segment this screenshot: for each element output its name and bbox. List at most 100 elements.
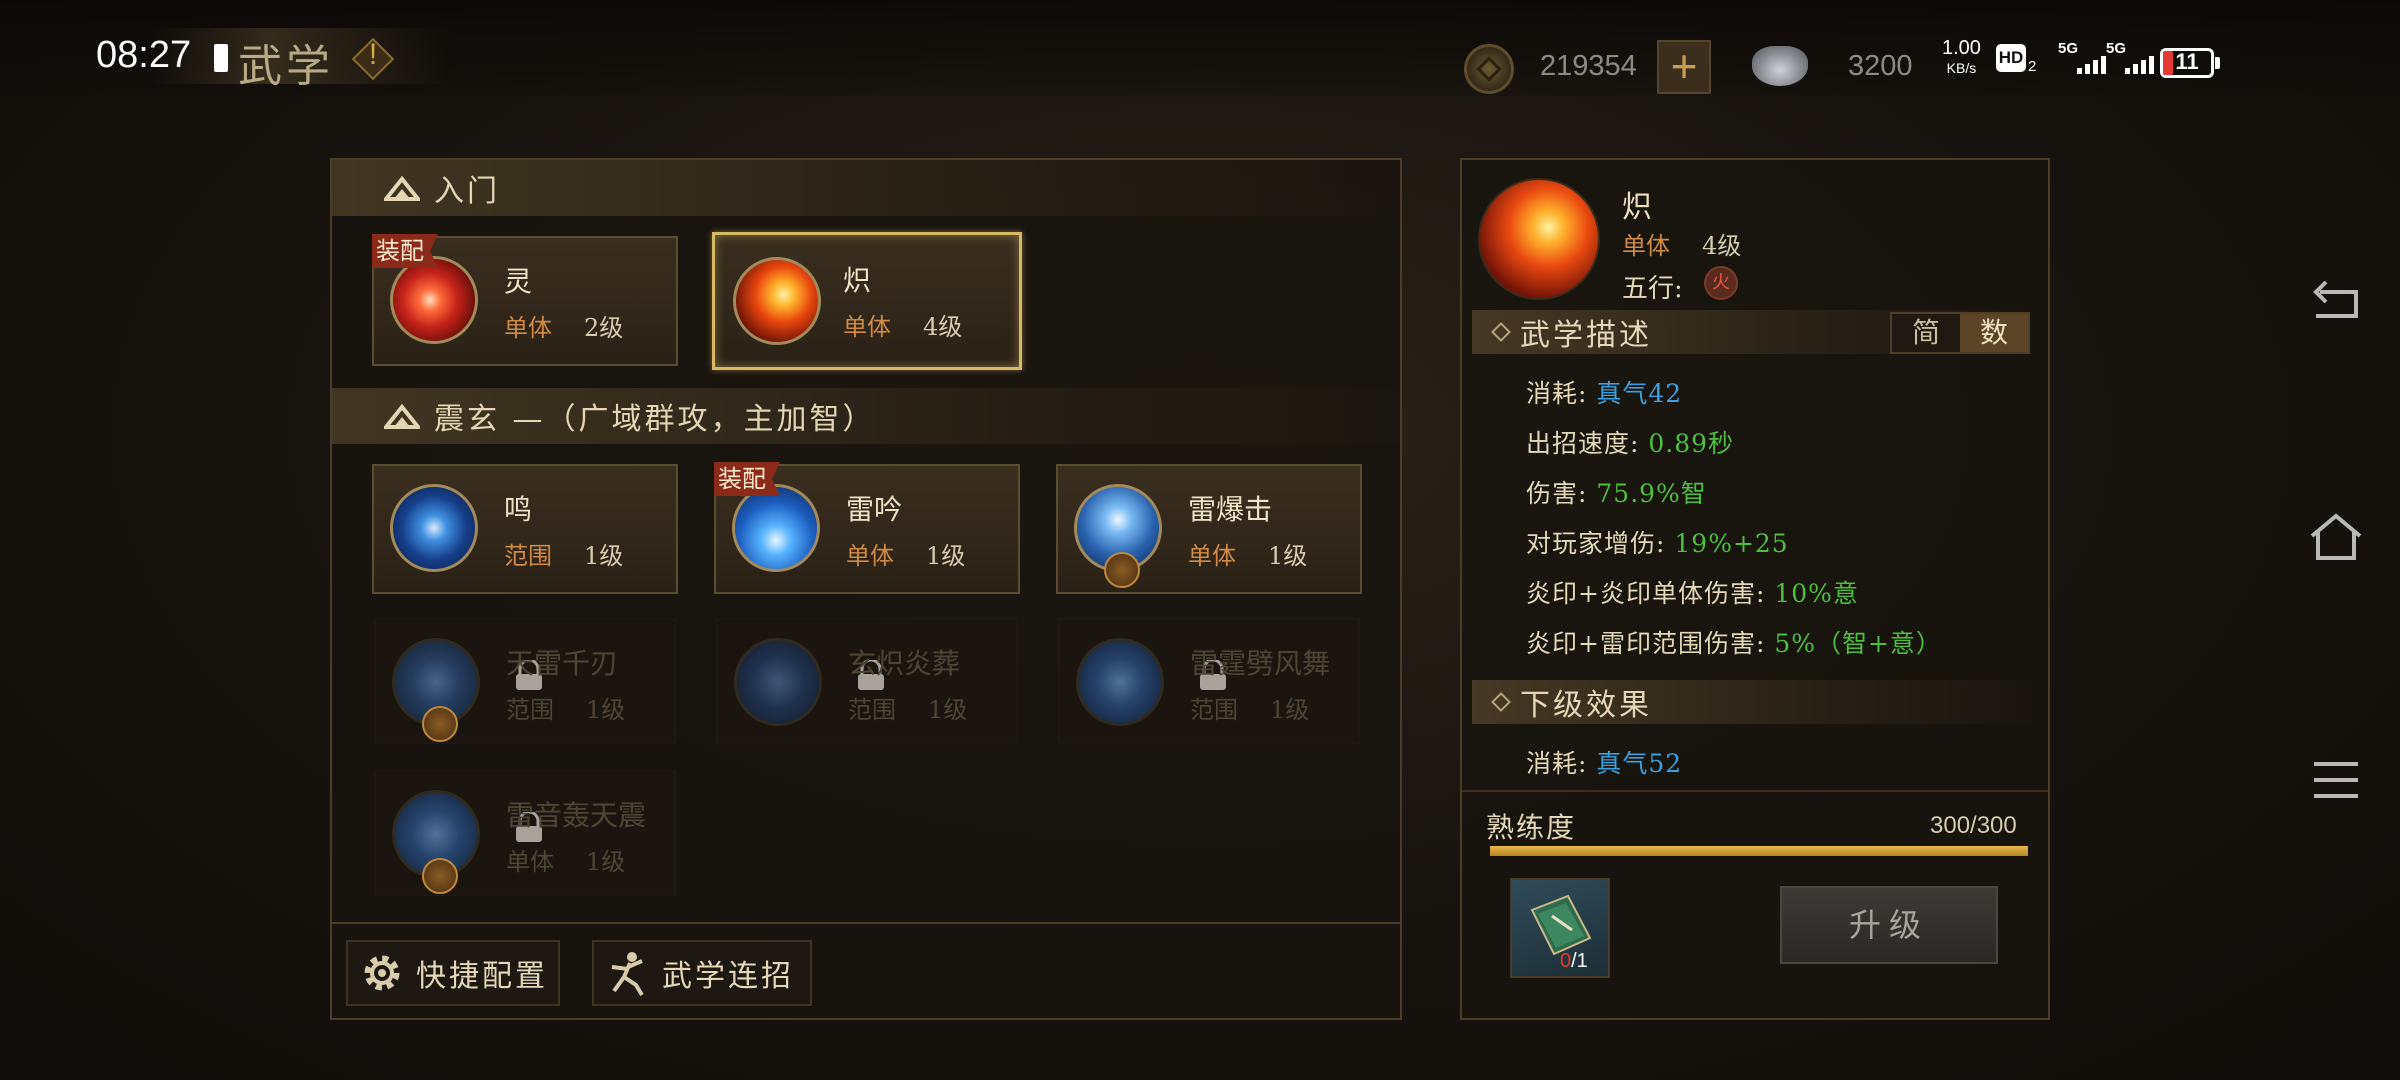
toggle-numeric[interactable]: 数: [1960, 314, 2028, 352]
skill-type: 范围: [1190, 696, 1238, 724]
lightning-burst-icon: [732, 484, 820, 572]
skill-card-tianleiqianren[interactable]: 天雷千刃 范围 1级: [374, 618, 676, 744]
collapse-arrow-icon: [384, 175, 420, 201]
skill-level: 1级: [1270, 696, 1310, 724]
skill-level: 1级: [584, 542, 624, 570]
whirlwind-icon: [1076, 638, 1164, 726]
status-clock: 08:27: [96, 34, 192, 76]
next-level-title: 下级效果: [1520, 688, 1652, 723]
copper-count: 219354: [1540, 50, 1637, 82]
skill-card-leibaoji[interactable]: 雷爆击 单体 1级: [1056, 464, 1362, 594]
proficiency-bar: [1490, 846, 2028, 856]
upgrade-badge-icon: [422, 706, 458, 742]
skill-type: 单体: [506, 848, 554, 876]
section-header-basic[interactable]: 入门: [332, 160, 1400, 216]
fire-element-icon: 火: [1704, 266, 1738, 300]
stat-value: 19%+25: [1674, 529, 1789, 558]
skill-combo-button[interactable]: 武学连招: [592, 940, 812, 1006]
skill-name: 炽: [843, 264, 872, 297]
skill-name: 灵: [504, 265, 533, 298]
upgrade-badge-icon: [1104, 552, 1140, 588]
stat-row: 消耗: 真气42: [1526, 374, 1682, 410]
stat-label: 炎印+雷印范围伤害:: [1526, 629, 1766, 658]
alert-mark: !: [368, 38, 378, 71]
equipped-tag: 装配: [714, 462, 780, 496]
detail-skill-name: 炽: [1622, 190, 1652, 225]
skill-level: 1级: [926, 542, 966, 570]
proficiency-value: 300/300: [1930, 812, 2017, 839]
equipped-tag: 装配: [372, 234, 438, 268]
next-level-header: 下级效果: [1472, 680, 2032, 724]
skill-level: 1级: [1268, 542, 1308, 570]
stat-label: 伤害:: [1526, 479, 1588, 508]
skill-type: 范围: [848, 696, 896, 724]
skill-name: 雷爆击: [1188, 493, 1273, 526]
stat-value: 0.89秒: [1648, 429, 1735, 458]
stat-label: 消耗:: [1526, 749, 1588, 778]
skill-name: 雷音轰天震: [506, 799, 647, 832]
stat-label: 对玩家增伤:: [1526, 529, 1666, 558]
wuxing-label: 五行:: [1622, 274, 1683, 304]
silver-count: 3200: [1848, 50, 1913, 82]
stat-label: 出招速度:: [1526, 429, 1640, 458]
hd-icon: HD: [1996, 44, 2026, 72]
section-header-zhenxuan[interactable]: 震玄 —（广域群攻，主加智）: [332, 388, 1400, 444]
silver-ingot-icon: [1752, 46, 1808, 86]
next-stat-row: 消耗: 真气52: [1526, 744, 1682, 780]
stat-value: 真气42: [1596, 379, 1683, 408]
quick-config-label: 快捷配置: [416, 959, 548, 994]
skill-name: 鸣: [504, 493, 533, 526]
item-need: /1: [1571, 950, 1588, 972]
toggle-simple[interactable]: 简: [1892, 314, 1960, 352]
add-currency-button[interactable]: +: [1657, 40, 1711, 94]
fireball-icon: [1478, 178, 1600, 300]
home-icon[interactable]: [2304, 506, 2368, 570]
section-title: 震玄 —（广域群攻，主加智）: [434, 402, 876, 437]
skill-name: 雷霆劈风舞: [1190, 647, 1331, 680]
stat-label: 炎印+炎印单体伤害:: [1526, 579, 1766, 608]
skill-level: 1级: [586, 848, 626, 876]
skill-name: 玄炽炎葬: [848, 647, 961, 680]
back-icon[interactable]: [2304, 262, 2368, 326]
skill-card-leiyin[interactable]: 装配 雷吟 单体 1级: [714, 462, 1020, 594]
net-speed-value: 1.00: [1942, 37, 1981, 59]
stat-row: 炎印+炎印单体伤害: 10%意: [1526, 574, 1859, 610]
section-title: 入门: [434, 174, 500, 209]
stat-value: 真气52: [1596, 749, 1683, 778]
skill-level: 4级: [923, 313, 963, 341]
stat-row: 伤害: 75.9%智: [1526, 474, 1707, 510]
skill-level: 1级: [928, 696, 968, 724]
fire-orb-icon: [390, 256, 478, 344]
quick-config-button[interactable]: 快捷配置: [346, 940, 560, 1006]
skill-type: 范围: [506, 696, 554, 724]
skill-card-ming[interactable]: 鸣 范围 1级: [372, 464, 678, 594]
upgrade-button[interactable]: 升级: [1780, 886, 1998, 964]
desc-mode-toggle[interactable]: 简 数: [1890, 312, 2030, 354]
skill-type: 单体: [1188, 542, 1236, 570]
skill-combo-label: 武学连招: [662, 959, 794, 994]
skill-type: 单体: [504, 314, 552, 342]
detail-skill-type: 单体: [1622, 232, 1670, 260]
skill-card-xuanchiyanzang[interactable]: 玄炽炎葬 范围 1级: [716, 618, 1018, 744]
gear-icon: [364, 955, 400, 991]
skill-card-leitingpifengwu[interactable]: 雷霆劈风舞 范围 1级: [1058, 618, 1360, 744]
skill-card-leiyinhongtianzhen[interactable]: 雷音轰天震 单体 1级: [374, 770, 676, 896]
signal-5g-icon-2: 5G: [2106, 40, 2154, 74]
upgrade-badge-icon: [422, 858, 458, 894]
signal-label: 5G: [2058, 40, 2079, 57]
skill-card-chi[interactable]: 炽 单体 4级: [712, 232, 1022, 370]
proficiency-label: 熟练度: [1486, 811, 1577, 844]
stat-row: 出招速度: 0.89秒: [1526, 424, 1734, 460]
skill-type: 范围: [504, 542, 552, 570]
skill-type: 单体: [846, 542, 894, 570]
battery-percent: 11: [2175, 49, 2199, 74]
stat-label: 消耗:: [1526, 379, 1588, 408]
skill-card-ling[interactable]: 装配 灵 单体 2级: [372, 234, 678, 366]
net-speed-unit: KB/s: [1946, 60, 1977, 76]
fireball-icon: [733, 257, 821, 345]
detail-divider: [1462, 790, 2048, 792]
menu-icon[interactable]: [2304, 748, 2368, 812]
skill-level: 1级: [586, 696, 626, 724]
stat-value: 5%（智+意）: [1774, 629, 1942, 658]
diamond-icon: [1491, 692, 1511, 712]
